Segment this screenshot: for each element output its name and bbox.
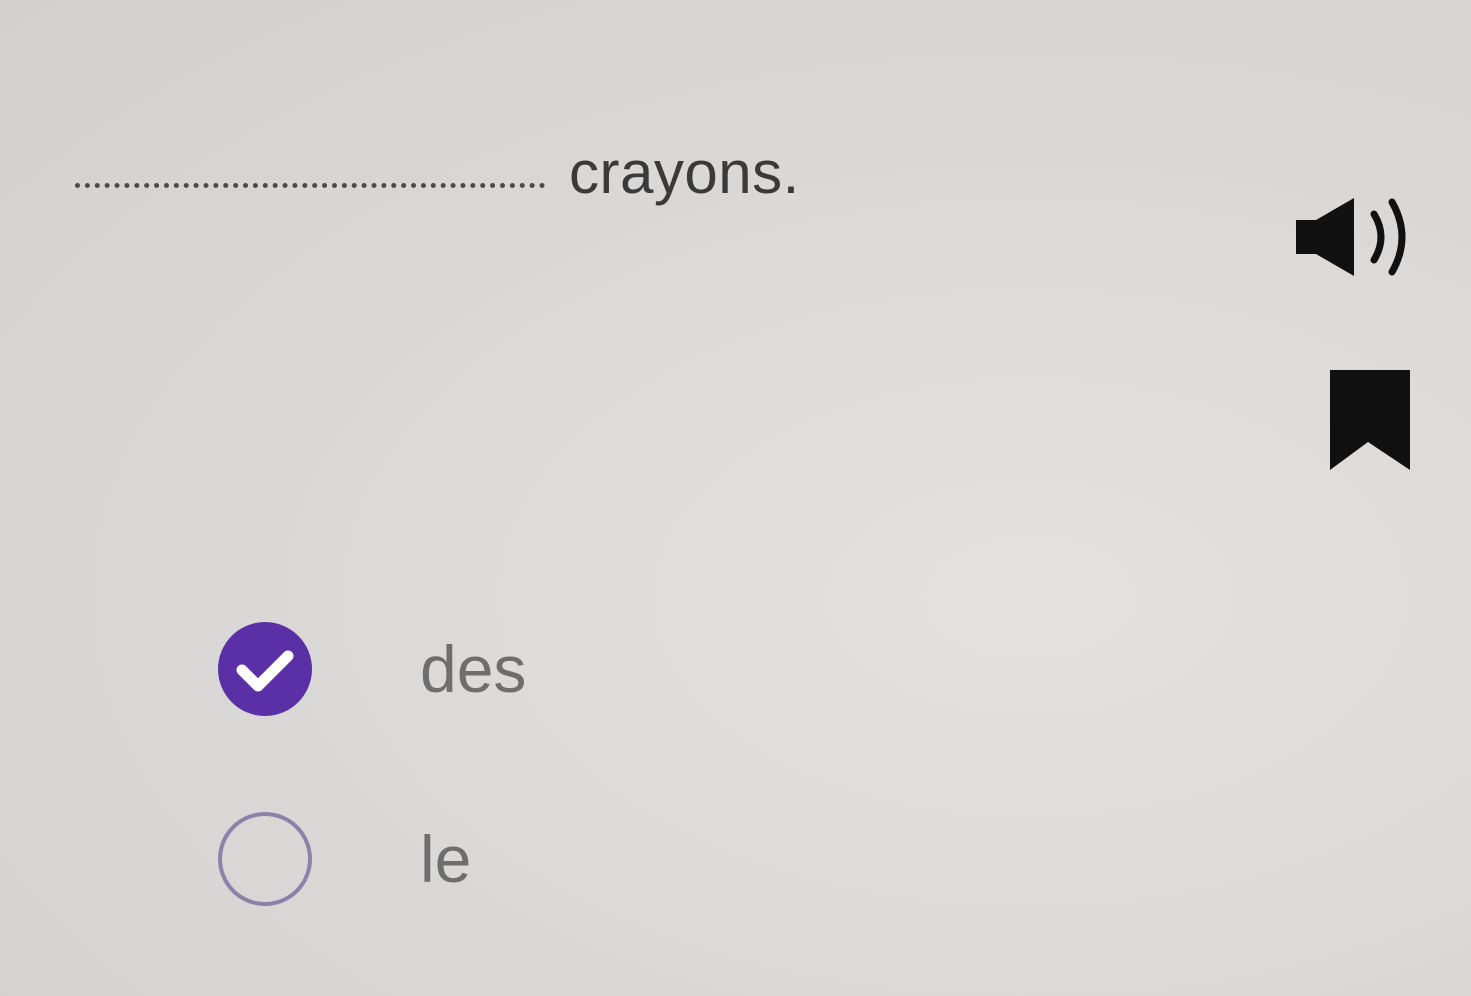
radio-unchecked-icon[interactable]	[214, 808, 316, 910]
answer-blank	[75, 183, 545, 188]
play-audio-button[interactable]	[1292, 192, 1422, 282]
radio-checked-icon[interactable]	[214, 618, 316, 720]
option-label: le	[420, 822, 472, 896]
option-le[interactable]: le	[214, 808, 471, 910]
option-label: des	[420, 632, 527, 706]
option-des[interactable]: des	[214, 618, 526, 720]
bookmark-button[interactable]	[1322, 366, 1416, 474]
question-sentence: crayons.	[75, 138, 800, 208]
bookmark-icon	[1330, 370, 1410, 470]
sentence-text: crayons.	[569, 139, 800, 206]
speaker-icon	[1296, 198, 1406, 276]
